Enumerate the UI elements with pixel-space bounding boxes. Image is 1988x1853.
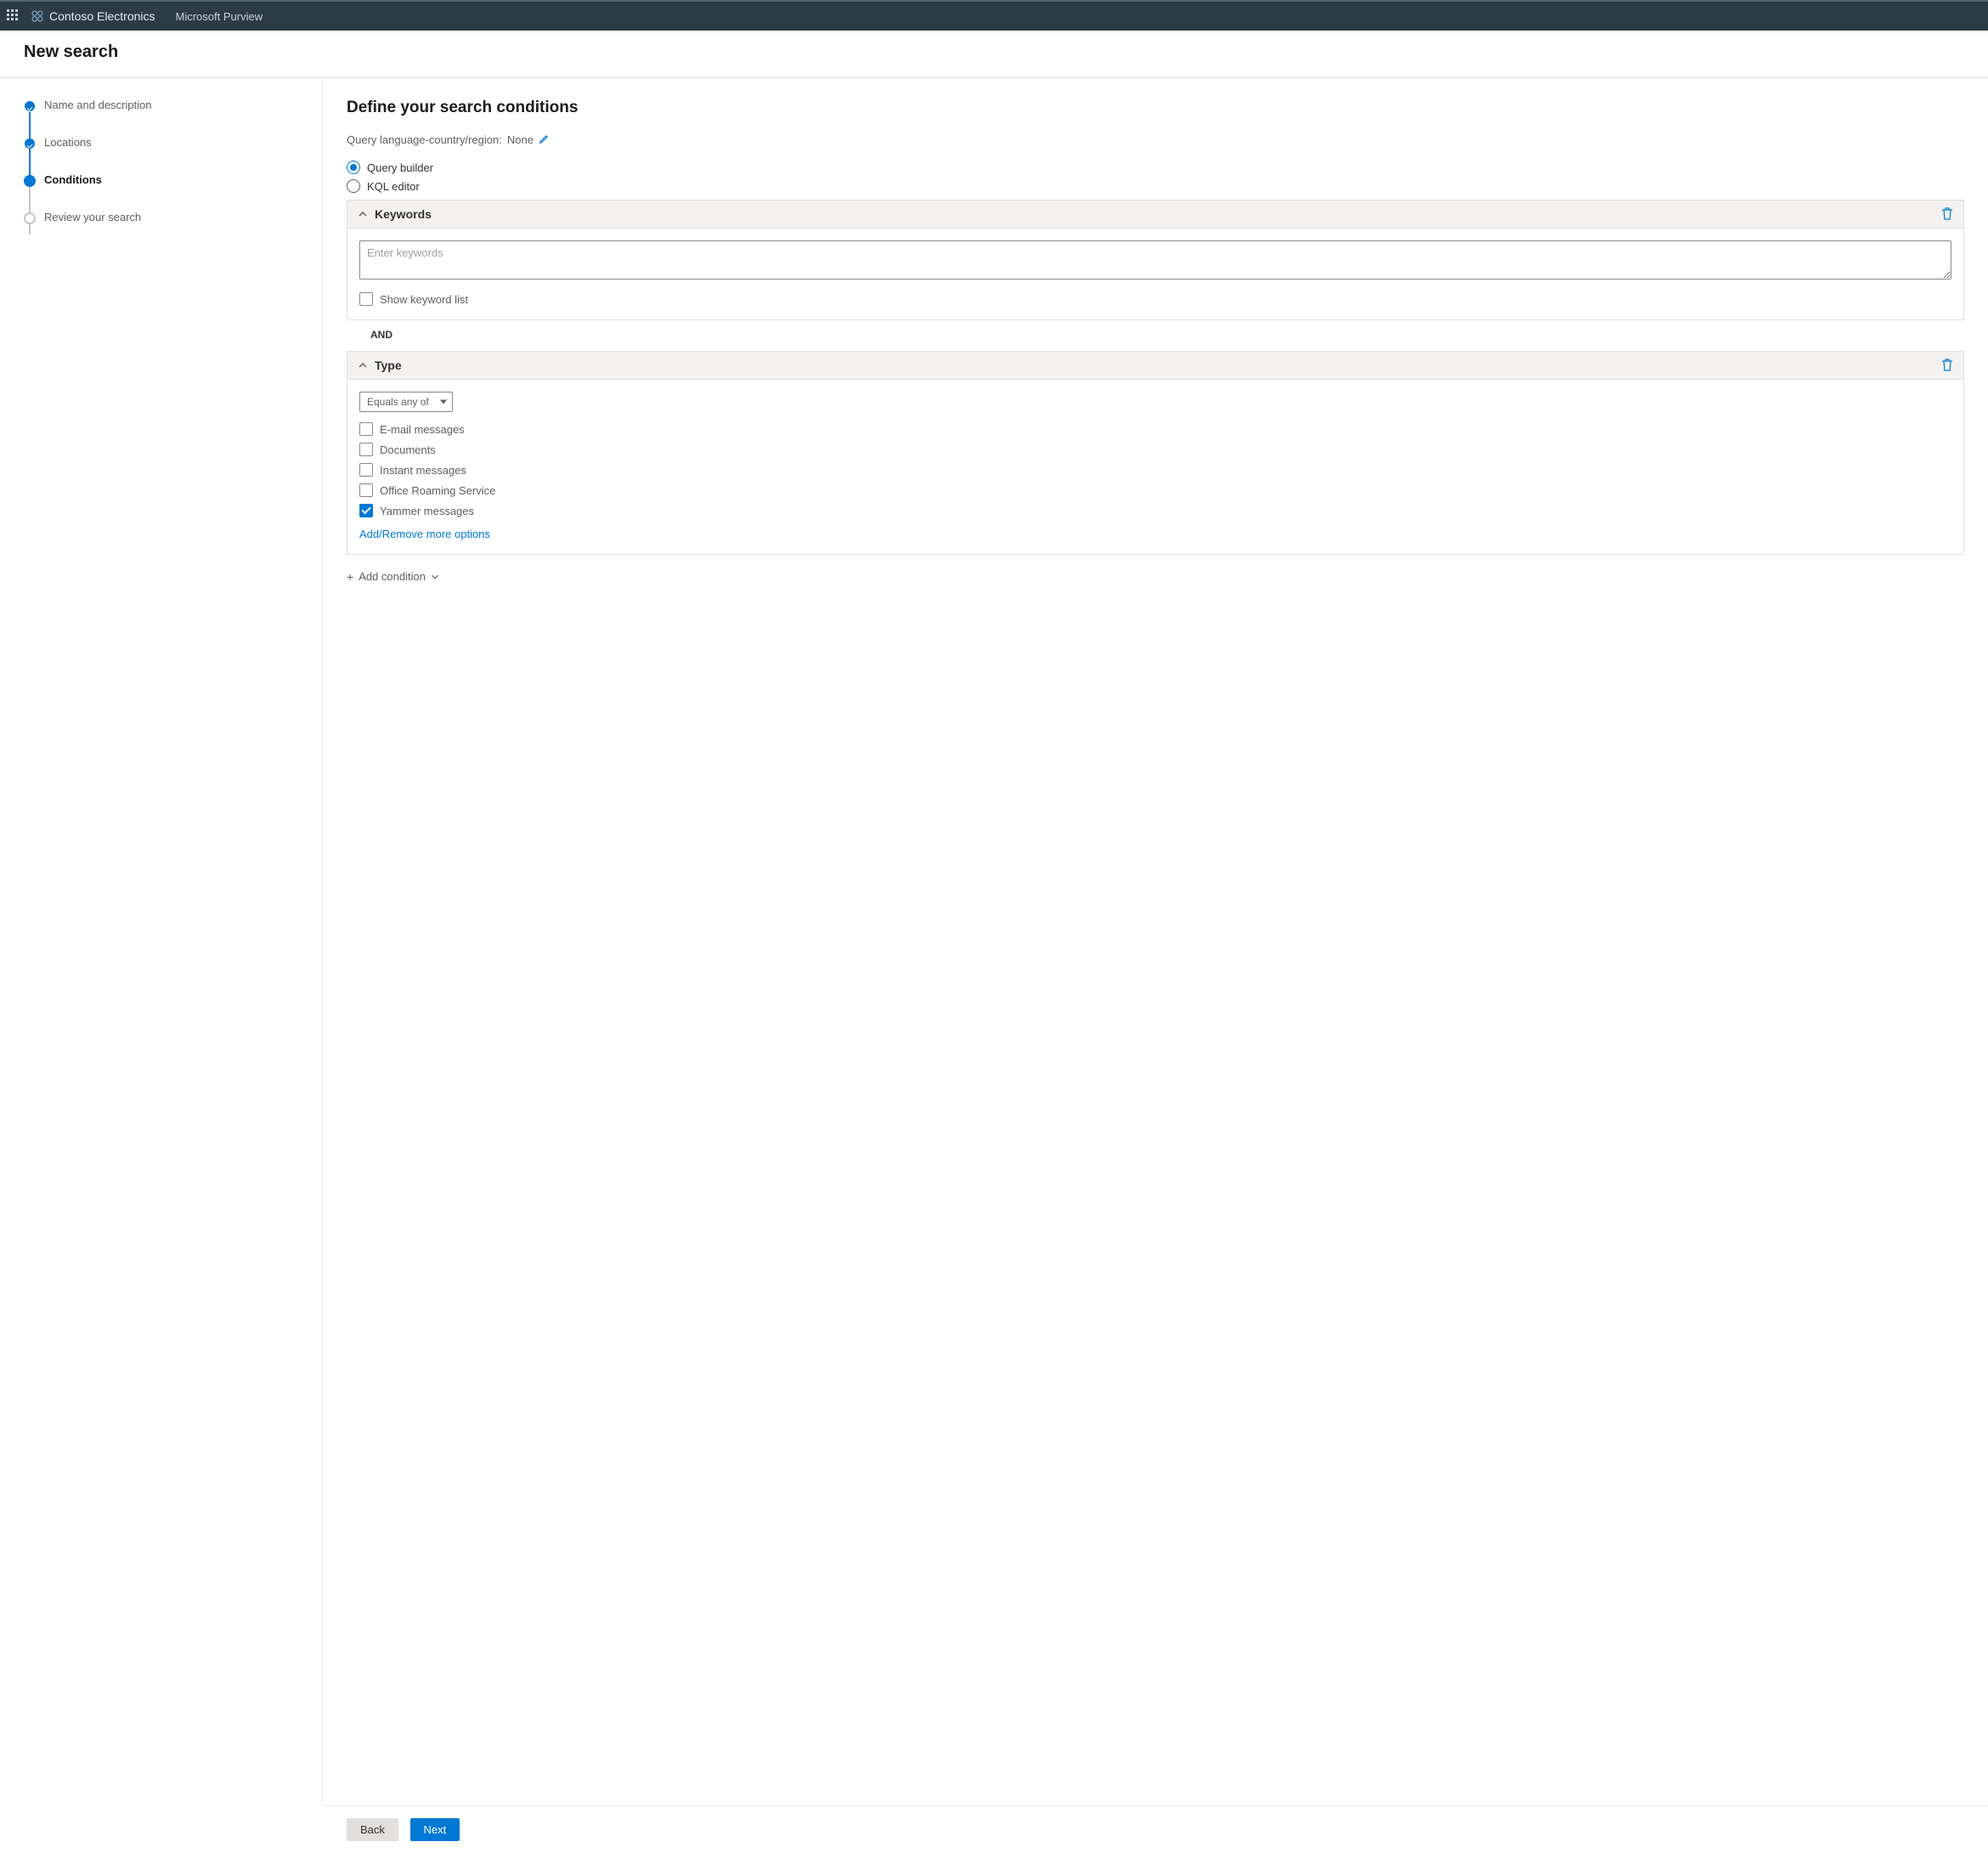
step-conditions[interactable]: Conditions bbox=[24, 173, 305, 211]
chevron-down-icon bbox=[431, 573, 439, 581]
product-name: Microsoft Purview bbox=[176, 10, 263, 23]
type-panel: Type Equals any of E-mail messages bbox=[347, 351, 1964, 555]
keywords-input[interactable] bbox=[359, 240, 1951, 280]
keywords-panel: Keywords Show keyword list bbox=[347, 200, 1964, 320]
app-launcher-icon[interactable] bbox=[7, 9, 20, 23]
step-dot-icon bbox=[25, 138, 35, 149]
type-option-documents[interactable]: Documents bbox=[359, 443, 1951, 456]
query-language-line: Query language-country/region: None bbox=[347, 133, 1964, 147]
collapse-icon[interactable] bbox=[358, 360, 368, 370]
type-panel-header: Type bbox=[347, 352, 1963, 380]
step-label: Conditions bbox=[44, 173, 102, 186]
page-title: New search bbox=[24, 42, 1964, 62]
checkbox-label: Yammer messages bbox=[380, 505, 474, 517]
radio-kql-editor[interactable]: KQL editor bbox=[347, 179, 1964, 193]
add-condition-button[interactable]: + Add condition bbox=[347, 570, 1964, 583]
step-dot-icon bbox=[25, 101, 35, 111]
keywords-panel-header: Keywords bbox=[347, 201, 1963, 229]
radio-label: Query builder bbox=[367, 161, 433, 174]
checkbox-icon bbox=[359, 483, 373, 497]
type-option-email[interactable]: E-mail messages bbox=[359, 422, 1951, 436]
collapse-icon[interactable] bbox=[358, 209, 368, 219]
step-name-description[interactable]: Name and description bbox=[24, 99, 305, 136]
checkbox-icon bbox=[359, 422, 373, 436]
radio-query-builder[interactable]: Query builder bbox=[347, 161, 1964, 174]
checkbox-label: Documents bbox=[380, 443, 436, 456]
radio-icon bbox=[347, 179, 360, 193]
type-option-yammer[interactable]: Yammer messages bbox=[359, 504, 1951, 517]
condition-joiner: AND bbox=[347, 320, 1964, 349]
step-locations[interactable]: Locations bbox=[24, 136, 305, 173]
step-review[interactable]: Review your search bbox=[24, 211, 305, 248]
checkbox-icon bbox=[359, 292, 373, 306]
type-options: E-mail messages Documents Instant messag… bbox=[359, 422, 1951, 517]
top-bar: Contoso Electronics Microsoft Purview bbox=[0, 0, 1988, 31]
type-operator-value: Equals any of bbox=[367, 396, 429, 408]
checkbox-icon bbox=[359, 504, 373, 517]
back-button[interactable]: Back bbox=[347, 1818, 398, 1841]
radio-label: KQL editor bbox=[367, 180, 420, 193]
query-language-prefix: Query language-country/region: bbox=[347, 133, 502, 146]
delete-type-icon[interactable] bbox=[1941, 359, 1953, 372]
type-option-instant-messages[interactable]: Instant messages bbox=[359, 463, 1951, 477]
delete-keywords-icon[interactable] bbox=[1941, 207, 1953, 221]
checkbox-label: Office Roaming Service bbox=[380, 484, 495, 497]
radio-icon bbox=[347, 161, 360, 174]
org-name: Contoso Electronics bbox=[49, 9, 155, 23]
wizard-footer: Back Next bbox=[323, 1805, 1988, 1853]
add-remove-options-link[interactable]: Add/Remove more options bbox=[359, 528, 490, 540]
show-keyword-list-checkbox[interactable]: Show keyword list bbox=[359, 292, 1951, 306]
step-dot-icon bbox=[24, 175, 36, 187]
org-brand[interactable]: Contoso Electronics bbox=[31, 9, 155, 23]
checkbox-icon bbox=[359, 443, 373, 456]
type-panel-title: Type bbox=[375, 359, 402, 372]
checkbox-label: Show keyword list bbox=[380, 293, 468, 306]
stepper: Name and description Locations Condition… bbox=[24, 99, 305, 248]
query-language-value: None bbox=[507, 133, 534, 146]
main-heading: Define your search conditions bbox=[347, 99, 1964, 117]
add-condition-label: Add condition bbox=[359, 570, 426, 583]
org-logo-icon bbox=[31, 9, 44, 23]
step-label: Locations bbox=[44, 136, 92, 149]
type-operator-select[interactable]: Equals any of bbox=[359, 392, 453, 412]
step-label: Name and description bbox=[44, 99, 151, 111]
type-option-office-roaming[interactable]: Office Roaming Service bbox=[359, 483, 1951, 497]
keywords-panel-title: Keywords bbox=[375, 207, 432, 221]
main-content: Define your search conditions Query lang… bbox=[323, 78, 1988, 1805]
edit-language-icon[interactable] bbox=[539, 133, 551, 147]
step-label: Review your search bbox=[44, 211, 141, 223]
wizard-sidebar: Name and description Locations Condition… bbox=[0, 78, 323, 1805]
checkbox-label: E-mail messages bbox=[380, 423, 465, 436]
checkbox-icon bbox=[359, 463, 373, 477]
checkbox-label: Instant messages bbox=[380, 464, 466, 477]
plus-icon: + bbox=[347, 571, 353, 583]
next-button[interactable]: Next bbox=[410, 1818, 460, 1841]
step-dot-icon bbox=[24, 212, 36, 224]
page-title-row: New search bbox=[0, 31, 1988, 78]
